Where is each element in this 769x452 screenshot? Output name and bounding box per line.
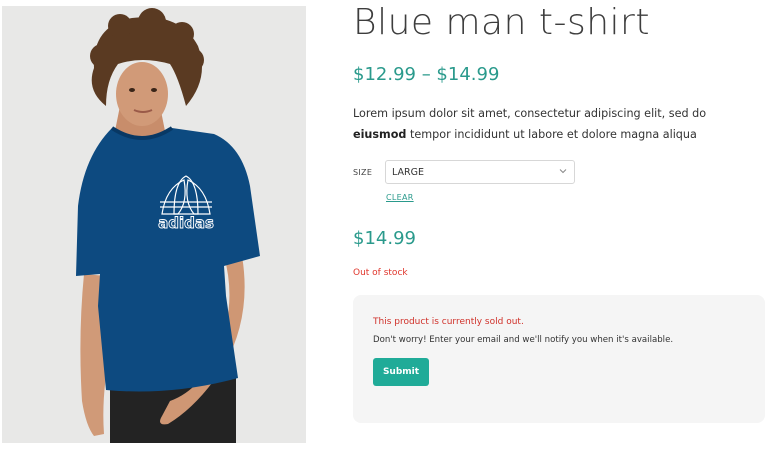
size-label: SIZE (353, 168, 373, 177)
tshirt-shape (76, 128, 260, 392)
stock-status: Out of stock (353, 268, 408, 278)
description-text-end: tempor incididunt ut labore et dolore ma… (406, 128, 697, 141)
description-bold: eiusmod (353, 128, 407, 141)
product-image[interactable]: adidas (2, 6, 306, 443)
logo-text: adidas (158, 214, 214, 232)
face-shape (116, 62, 168, 126)
size-select-value: LARGE (392, 166, 424, 178)
notify-message: Don't worry! Enter your email and we'll … (373, 335, 674, 345)
price-range: $12.99 – $14.99 (353, 64, 500, 85)
back-in-stock-box: This product is currently sold out. Don'… (353, 295, 765, 423)
submit-button[interactable]: Submit (373, 358, 429, 386)
sold-out-message: This product is currently sold out. (373, 317, 524, 327)
clear-selection-link[interactable]: CLEAR (386, 193, 414, 202)
size-select[interactable]: LARGE (385, 160, 575, 184)
variant-price: $14.99 (353, 228, 416, 249)
product-description: Lorem ipsum dolor sit amet, consectetur … (353, 103, 753, 145)
chevron-down-icon (559, 169, 567, 174)
product-title: Blue man t-shirt (353, 2, 650, 43)
product-photo-illustration: adidas (2, 6, 306, 443)
description-text: Lorem ipsum dolor sit amet, consectetur … (353, 107, 707, 120)
